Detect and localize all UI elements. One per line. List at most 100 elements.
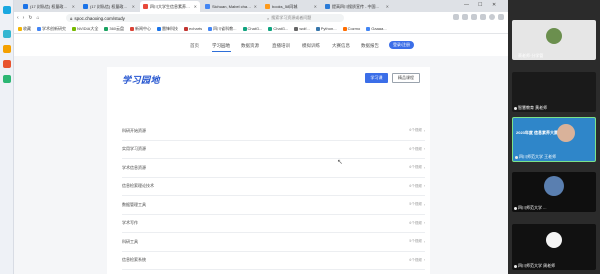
bookmark-item[interactable]: Python... [315,26,337,31]
login-button[interactable]: 登录/注册 [389,41,414,49]
tab-5[interactable]: books_58同城 ✕ [262,1,320,12]
profile-icon[interactable] [489,14,495,20]
participant-tile-speaking[interactable]: 2023年度 信息素养大赛 四川师范大学 王老师 [512,117,596,162]
extension-icon[interactable] [471,14,477,20]
maximize-icon[interactable]: ☐ [478,2,482,8]
course-row[interactable]: 科研工具 5个视频 › [122,233,425,252]
close-window-icon[interactable]: ✕ [492,2,496,8]
course-row[interactable]: 实用学习资源 6个视频 › [122,141,425,159]
bookmark-item[interactable]: Cozmo [342,26,360,31]
app-dock [0,0,14,274]
tab-6[interactable]: 提高四川搜质宣传 - 中国... ✕ [322,1,392,12]
avatar [546,232,562,248]
bookmark-item[interactable]: 新闻中心 [130,26,151,32]
office-app-icon[interactable] [3,60,11,68]
reload-icon[interactable]: ↻ [28,15,32,21]
bookmark-icon [242,26,247,31]
tab-4[interactable]: Sichuan, Mabel chair - ... ✕ [202,1,260,12]
participant-tile[interactable]: 四川师范大学 ... [512,172,596,212]
tab-1[interactable]: (17 封私信) 权量政务在... ✕ [20,1,78,12]
bookmark-icon [37,26,41,31]
menu-icon[interactable] [498,14,504,20]
bookmark-icon [157,26,162,31]
course-count-text: 5个视频 [409,239,422,244]
bookmark-item[interactable]: 四川省科教... [208,25,237,32]
bookmark-icon [130,26,135,31]
participant-name: 蔡老师·分学管 [518,53,544,58]
featured-course-button[interactable]: 精品课程 [392,73,420,83]
browser-app-icon[interactable] [3,6,11,14]
bookmark-item[interactable]: Gaaaa... [366,26,387,31]
tab-2[interactable]: (17 封私信) 权量政务在... ✕ [80,1,138,12]
nav-contest-info[interactable]: 大赛信息 [332,43,350,49]
nav-data-resources[interactable]: 数据资源 [241,43,259,49]
bookmark-item[interactable]: 360云盘 [104,26,124,32]
course-row[interactable]: 学术写作 6个视频 › [122,215,425,233]
bookmark-icon [342,26,347,31]
bookmark-icon [294,26,299,31]
course-row[interactable]: 数据管理工具 5个视频 › [122,196,425,215]
chevron-right-icon: › [423,147,425,152]
mic-icon [514,264,517,268]
bookmark-item[interactable]: 雷锋科技 [157,26,178,32]
site-search-input[interactable]: ⌕ 搜索学习资源或者问题 [264,14,344,22]
extension-icon[interactable] [462,14,468,20]
course-count-text: 6个视频 [409,183,422,188]
chevron-right-icon: › [423,258,425,263]
participant-tile[interactable]: 蔡老师·分学管 [512,20,596,60]
tab-3-active[interactable]: 四川大学生信息素养大赛 ✕ [140,1,200,12]
files-app-icon[interactable] [3,75,11,83]
close-icon[interactable]: ✕ [314,4,317,9]
close-icon[interactable]: ✕ [254,4,257,9]
page-content: 首页 学习园地 数据资源 直播培训 模拟训练 大赛信息 数据报告 登录/注册 学… [14,34,508,274]
course-row[interactable]: 信息检索理论技术 6个视频 › [122,178,425,196]
nav-data-report[interactable]: 数据报告 [361,43,379,49]
minimize-icon[interactable]: — [464,2,469,8]
bookmark-item[interactable]: ChatG... [242,26,262,31]
chat-app-icon[interactable] [3,45,11,53]
nav-study-garden[interactable]: 学习园地 [212,43,230,49]
course-count-text: 6个视频 [409,165,422,170]
bookmark-item[interactable]: wolf... [294,26,310,31]
tab-favicon [83,4,88,9]
course-count: 5个视频 › [409,202,425,207]
bookmark-item[interactable]: echarts [184,26,202,31]
nav-home[interactable]: 首页 [190,43,199,49]
close-icon[interactable]: ✕ [132,4,135,9]
back-icon[interactable]: ‹ [17,15,19,21]
course-count-text: 6个视频 [409,220,422,225]
participant-tile[interactable]: 智慧教育 黄老师 [512,72,596,112]
bookmark-item[interactable]: ChatG... [268,26,288,31]
extension-icon[interactable] [480,14,486,20]
mic-icon [514,206,517,210]
home-icon[interactable]: ⌂ [37,15,40,21]
course-row[interactable]: 科研开始资源 6个视频 › [122,122,425,141]
participant-label: 四川师范大学 周老师 [514,263,555,269]
close-icon[interactable]: ✕ [194,4,197,9]
participant-label: 四川师范大学 ... [514,205,546,211]
participant-tile[interactable]: 四川师范大学 周老师 [512,224,596,270]
bookmark-label: echarts [189,26,203,31]
participant-name: 四川师范大学 王老师 [519,154,557,159]
study-course-button[interactable]: 学习课 [365,73,388,83]
bookmark-icon [208,26,213,31]
close-icon[interactable]: ✕ [72,4,75,9]
bookmark-item[interactable]: 学术创新研究 [37,26,66,32]
bookmark-label: 四川省科教... [213,25,237,31]
forward-icon[interactable]: › [23,15,25,21]
course-row[interactable]: 学术信息资源 6个视频 › [122,159,425,178]
course-row[interactable]: 信息检索系统 6个视频 › [122,252,425,270]
study-garden-card: 学习园地 学习课 精品课程 科研开始资源 6个视频 › 实用学习资源 6个视频 › … [107,67,430,274]
nav-mock-training[interactable]: 模拟训练 [302,43,320,49]
bookmark-label: Python... [320,26,337,31]
extension-icon[interactable] [453,14,459,20]
meeting-app-icon[interactable] [3,30,11,38]
bookmark-item[interactable]: 收藏 [18,26,31,32]
close-icon[interactable]: ✕ [386,4,389,9]
url-text: spoc.chaoxing.com/study [74,15,125,21]
bookmark-item[interactable]: NVIDIA大全 [72,26,98,32]
bookmark-icon [366,26,371,31]
course-count-text: 6个视频 [409,146,422,151]
nav-live-training[interactable]: 直播培训 [272,43,290,49]
tab-bar: (17 封私信) 权量政务在... ✕ (17 封私信) 权量政务在... ✕ … [14,0,508,12]
